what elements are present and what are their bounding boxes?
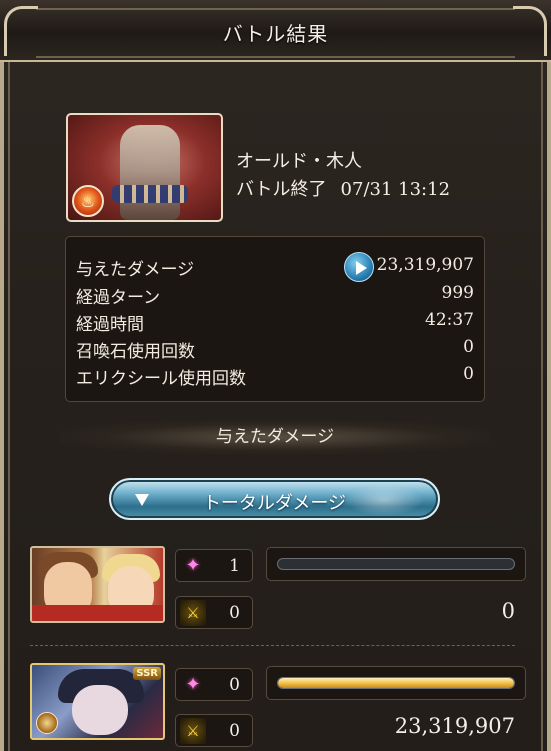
damage-bar-track — [277, 558, 515, 570]
stat-value: 23,319,907 — [376, 255, 474, 275]
stat-label: 経過時間 — [76, 315, 144, 335]
skill-count: 0 — [229, 675, 240, 695]
stat-value: 0 — [463, 364, 474, 384]
stat-row-time: 経過時間 42:37 — [76, 310, 474, 336]
portrait-scarf — [32, 605, 163, 621]
sparkle-icon: ✦ — [185, 555, 201, 576]
damage-bar — [266, 547, 526, 581]
skill-count: 1 — [229, 556, 240, 576]
crossed-swords-icon: ⚔ — [180, 600, 206, 626]
frame-border-right — [541, 60, 543, 751]
battle-timestamp: 07/31 13:12 — [340, 179, 451, 200]
stat-label: エリクシール使用回数 — [76, 369, 246, 389]
damage-bar-track — [277, 677, 515, 689]
character-damage: 23,319,907 — [394, 714, 515, 738]
rarity-badge: SSR — [133, 667, 161, 680]
character-portrait[interactable]: SSR — [30, 663, 165, 740]
enemy-portrait: ♨ — [66, 113, 223, 222]
attack-count: 0 — [229, 603, 240, 623]
header-bar: バトル結果 — [0, 0, 551, 62]
element-icon — [36, 712, 58, 734]
enemy-figure-image — [112, 125, 188, 220]
stat-label: 与えたダメージ — [76, 260, 195, 280]
attack-count: 0 — [229, 721, 240, 741]
skill-count-chip: ✦ 1 — [175, 549, 253, 582]
damage-bar-fill — [278, 678, 514, 688]
stat-row-summons: 召喚石使用回数 0 — [76, 337, 474, 363]
battle-status: バトル終了 07/31 13:12 — [236, 175, 450, 201]
damage-section-title: 与えたダメージ — [60, 420, 490, 454]
stat-row-elixirs: エリクシール使用回数 0 — [76, 364, 474, 390]
stat-label: 経過ターン — [76, 288, 161, 308]
sparkle-icon: ✦ — [185, 674, 201, 695]
portrait-face — [72, 685, 128, 735]
play-icon[interactable] — [344, 252, 374, 282]
battle-stats-panel: 与えたダメージ 23,319,907 経過ターン 999 経過時間 42:37 … — [65, 236, 485, 402]
character-portrait[interactable] — [30, 546, 165, 623]
damage-bar — [266, 666, 526, 700]
battle-status-label: バトル終了 — [236, 179, 327, 200]
attack-count-chip: ⚔ 0 — [175, 596, 253, 629]
stat-row-turns: 経過ターン 999 — [76, 283, 474, 309]
stat-value: 999 — [441, 283, 474, 303]
total-damage-label: トータルダメージ — [202, 493, 347, 514]
total-damage-button[interactable]: トータルダメージ — [109, 478, 440, 520]
crossed-swords-icon: ⚔ — [180, 718, 206, 744]
row-divider — [30, 645, 515, 646]
stat-value: 42:37 — [425, 310, 474, 330]
character-damage: 0 — [501, 599, 515, 623]
enemy-name: オールド・木人 — [236, 151, 362, 172]
page-title: バトル結果 — [222, 22, 329, 46]
stat-value: 0 — [463, 337, 474, 357]
stat-label: 召喚石使用回数 — [76, 342, 195, 362]
frame-border-left — [8, 60, 10, 751]
skill-count-chip: ✦ 0 — [175, 668, 253, 701]
attack-count-chip: ⚔ 0 — [175, 714, 253, 747]
fire-element-icon: ♨ — [72, 185, 104, 217]
stat-row-damage: 与えたダメージ 23,319,907 — [76, 252, 474, 282]
